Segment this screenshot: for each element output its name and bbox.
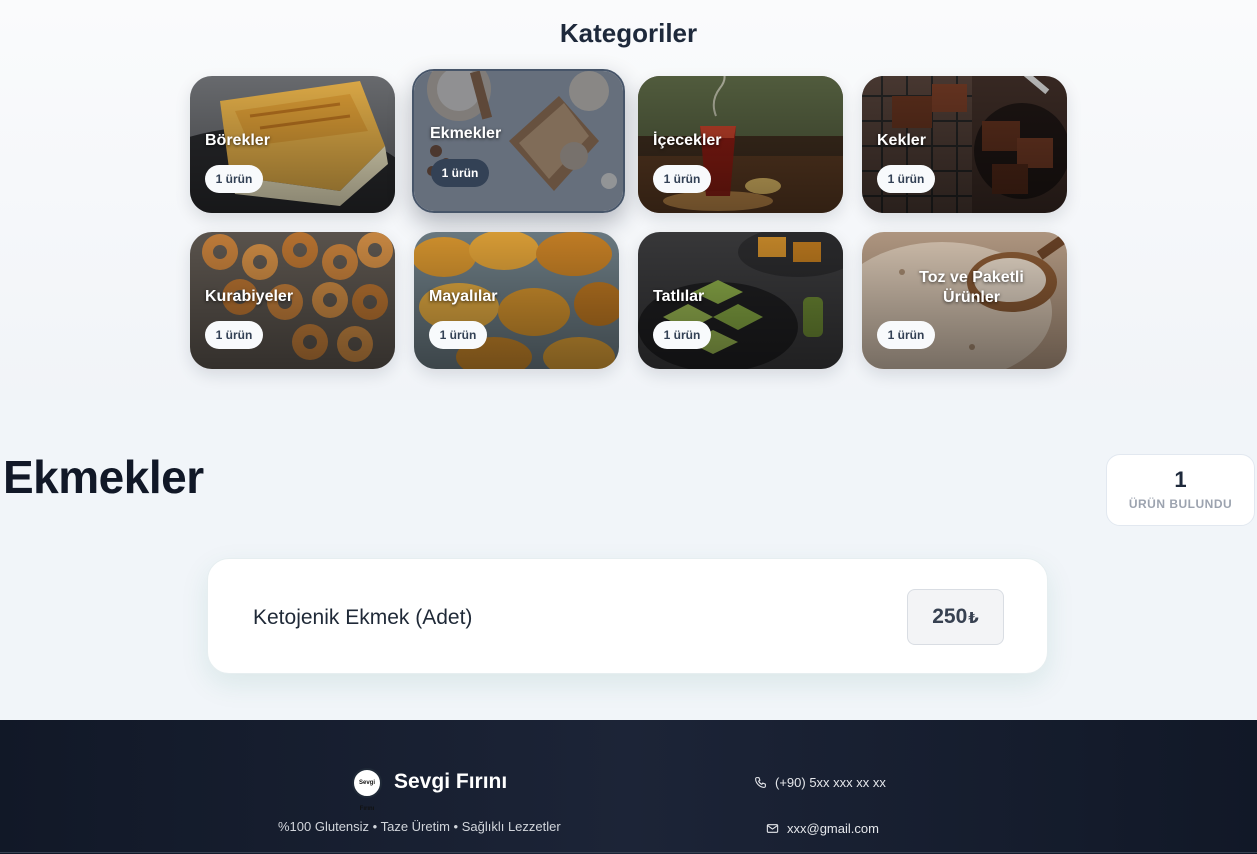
- category-name: Kurabiyeler: [205, 288, 294, 305]
- category-card-mayalilar[interactable]: Mayalılar 1 ürün: [414, 232, 619, 369]
- result-count-label: ÜRÜN BULUNDU: [1128, 497, 1233, 511]
- phone-number: (+90) 5xx xxx xx xx: [775, 775, 886, 790]
- category-name: Tatlılar: [653, 288, 705, 305]
- footer-tagline: %100 Glutensiz • Taze Üretim • Sağlıklı …: [278, 819, 561, 834]
- categories-title: Kategoriler: [559, 18, 698, 48]
- footer-phone[interactable]: (+90) 5xx xxx xx xx: [754, 775, 886, 793]
- product-name: Ketojenik Ekmek (Adet): [253, 606, 473, 629]
- category-card-borekler[interactable]: Börekler 1 ürün: [190, 76, 395, 213]
- product-card[interactable]: Ketojenik Ekmek (Adet) 250₺: [207, 558, 1048, 674]
- footer: Sevgi Fırını Sevgi Fırını %100 Glutensiz…: [0, 720, 1257, 854]
- category-card-tatlilar[interactable]: Tatlılar 1 ürün: [638, 232, 843, 369]
- category-name: Börekler: [205, 132, 270, 149]
- page-title: Ekmekler: [3, 451, 204, 503]
- category-card-kekler[interactable]: Kekler 1 ürün: [862, 76, 1067, 213]
- phone-icon: [755, 777, 766, 788]
- result-count: 1: [1174, 467, 1187, 492]
- footer-email[interactable]: xxx@gmail.com: [766, 821, 879, 839]
- category-count-badge: 1 ürün: [429, 321, 487, 349]
- category-name: Toz ve Paketli Ürünler: [919, 269, 1024, 306]
- category-count-badge: 1 ürün: [653, 165, 711, 193]
- currency-symbol: ₺: [968, 610, 979, 627]
- category-card-icecekler[interactable]: İçecekler 1 ürün: [638, 76, 843, 213]
- category-name: İçecekler: [653, 132, 722, 149]
- category-name: Mayalılar: [429, 288, 498, 305]
- footer-divider: [0, 852, 1257, 853]
- price-tag: 250₺: [907, 589, 1004, 645]
- result-count-box: 1 ÜRÜN BULUNDU: [1106, 454, 1255, 526]
- category-count-badge: 1 ürün: [877, 321, 935, 349]
- category-name: Kekler: [877, 132, 926, 149]
- category-card-ekmekler[interactable]: Ekmekler 1 ürün: [412, 69, 625, 213]
- product-price: 250: [932, 605, 968, 628]
- category-name: Ekmekler: [430, 125, 502, 142]
- mail-icon: [766, 824, 779, 833]
- category-count-badge: 1 ürün: [431, 159, 489, 187]
- brand-logo: Sevgi Fırını: [352, 768, 382, 812]
- email-address: xxx@gmail.com: [787, 821, 879, 836]
- brand-logo-text: Sevgi Fırını: [358, 780, 375, 812]
- brand-name: Sevgi Fırını: [394, 770, 508, 793]
- category-card-toz-ve-paketli-urunler[interactable]: Toz ve Paketli Ürünler 1 ürün: [862, 232, 1067, 369]
- category-count-badge: 1 ürün: [877, 165, 935, 193]
- category-count-badge: 1 ürün: [205, 165, 263, 193]
- category-count-badge: 1 ürün: [653, 321, 711, 349]
- categories-section: Kategoriler Börekler 1 ürün Ekmekler 1 ü…: [0, 0, 1257, 400]
- category-count-badge: 1 ürün: [205, 321, 263, 349]
- category-card-kurabiyeler[interactable]: Kurabiyeler 1 ürün: [190, 232, 395, 369]
